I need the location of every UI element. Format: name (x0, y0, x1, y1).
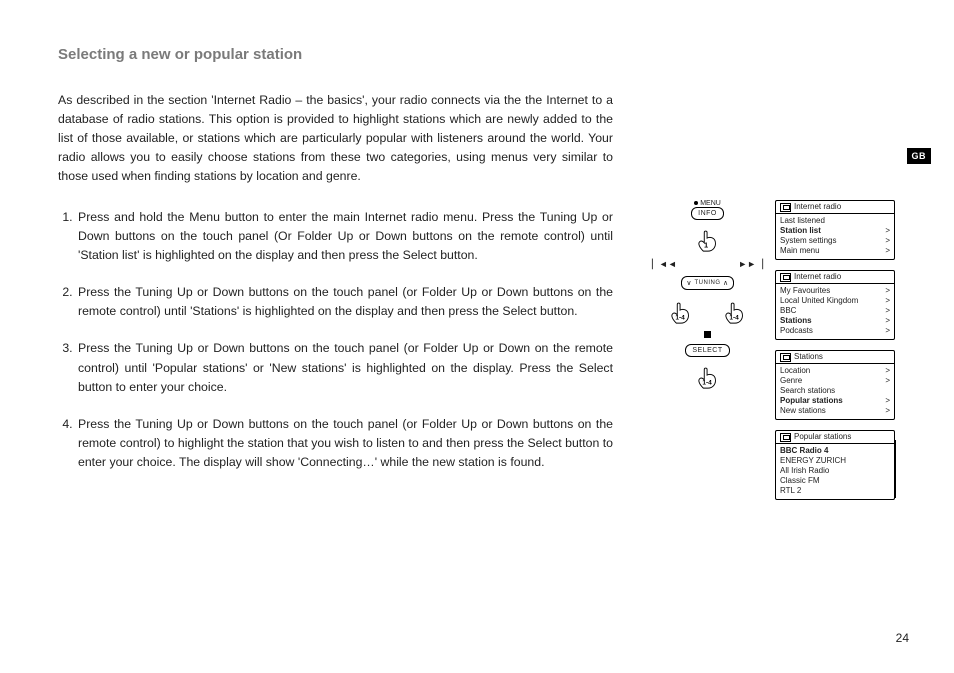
step-item: Press the Tuning Up or Down buttons on t… (76, 415, 613, 472)
radio-icon (780, 203, 791, 212)
radio-icon (780, 433, 791, 442)
main-content: Selecting a new or popular station As de… (58, 46, 613, 490)
hand-icon: 1 (694, 225, 722, 253)
svg-text:1-4: 1-4 (675, 314, 685, 321)
lcd-screen-4: Popular stations BBC Radio 4 ENERGY ZURI… (775, 430, 895, 500)
lcd-item: Main menu> (780, 246, 890, 256)
lcd-title: Internet radio (794, 272, 841, 282)
lcd-panels: Internet radio Last listened Station lis… (775, 200, 895, 510)
svg-text:1-4: 1-4 (729, 314, 739, 321)
hand-icon: 1-4 (721, 297, 749, 325)
select-button: SELECT (685, 344, 729, 357)
lcd-item: New stations> (780, 406, 890, 416)
intro-paragraph: As described in the section 'Internet Ra… (58, 91, 613, 186)
hand-icon: 1-4 (667, 297, 695, 325)
lcd-item: Podcasts> (780, 326, 890, 336)
radio-icon (780, 353, 791, 362)
lcd-item: Stations> (780, 316, 890, 326)
radio-icon (780, 273, 791, 282)
lcd-item: All Irish Radio (780, 466, 890, 476)
lcd-title: Internet radio (794, 202, 841, 212)
lcd-item: System settings> (780, 236, 890, 246)
lcd-title: Popular stations (794, 432, 851, 442)
lcd-screen-1: Internet radio Last listened Station lis… (775, 200, 895, 260)
step-item: Press the Tuning Up or Down buttons on t… (76, 339, 613, 396)
prev-track-icon: ▏◄◄ (652, 259, 677, 270)
next-track-icon: ►►▕ (738, 259, 763, 270)
lcd-screen-2: Internet radio My Favourites> Local Unit… (775, 270, 895, 340)
lcd-item: Local United Kingdom> (780, 296, 890, 306)
lcd-item: Search stations (780, 386, 890, 396)
step-item: Press and hold the Menu button to enter … (76, 208, 613, 265)
language-tab: GB (907, 148, 932, 164)
lcd-item: ENERGY ZURICH (780, 456, 890, 466)
section-heading: Selecting a new or popular station (58, 46, 613, 63)
svg-text:1-4: 1-4 (702, 379, 712, 386)
step-item: Press the Tuning Up or Down buttons on t… (76, 283, 613, 321)
lcd-item: BBC Radio 4 (780, 446, 890, 456)
info-button: INFO (691, 207, 724, 220)
tuning-button: ∨ TUNING ∧ (681, 276, 733, 290)
lcd-item: Station list> (780, 226, 890, 236)
lcd-item: Classic FM (780, 476, 890, 486)
stop-icon (704, 331, 711, 338)
lcd-item: Location> (780, 366, 890, 376)
svg-text:1: 1 (704, 240, 708, 249)
menu-label: MENU (650, 200, 765, 207)
lcd-item: Popular stations> (780, 396, 890, 406)
page-number: 24 (896, 631, 909, 645)
lcd-item: Genre> (780, 376, 890, 386)
hand-icon: 1-4 (694, 362, 722, 390)
lcd-title: Stations (794, 352, 823, 362)
scrollbar-icon (895, 440, 898, 498)
step-list: Press and hold the Menu button to enter … (58, 208, 613, 472)
lcd-screen-3: Stations Location> Genre> Search station… (775, 350, 895, 420)
lcd-item: BBC> (780, 306, 890, 316)
lcd-item: My Favourites> (780, 286, 890, 296)
control-diagram: MENU INFO 1 ▏◄◄ ►►▕ ∨ TUNING ∧ 1-4 1-4 S… (650, 200, 765, 396)
lcd-item: Last listened (780, 216, 890, 226)
lcd-item: RTL 2 (780, 486, 890, 496)
